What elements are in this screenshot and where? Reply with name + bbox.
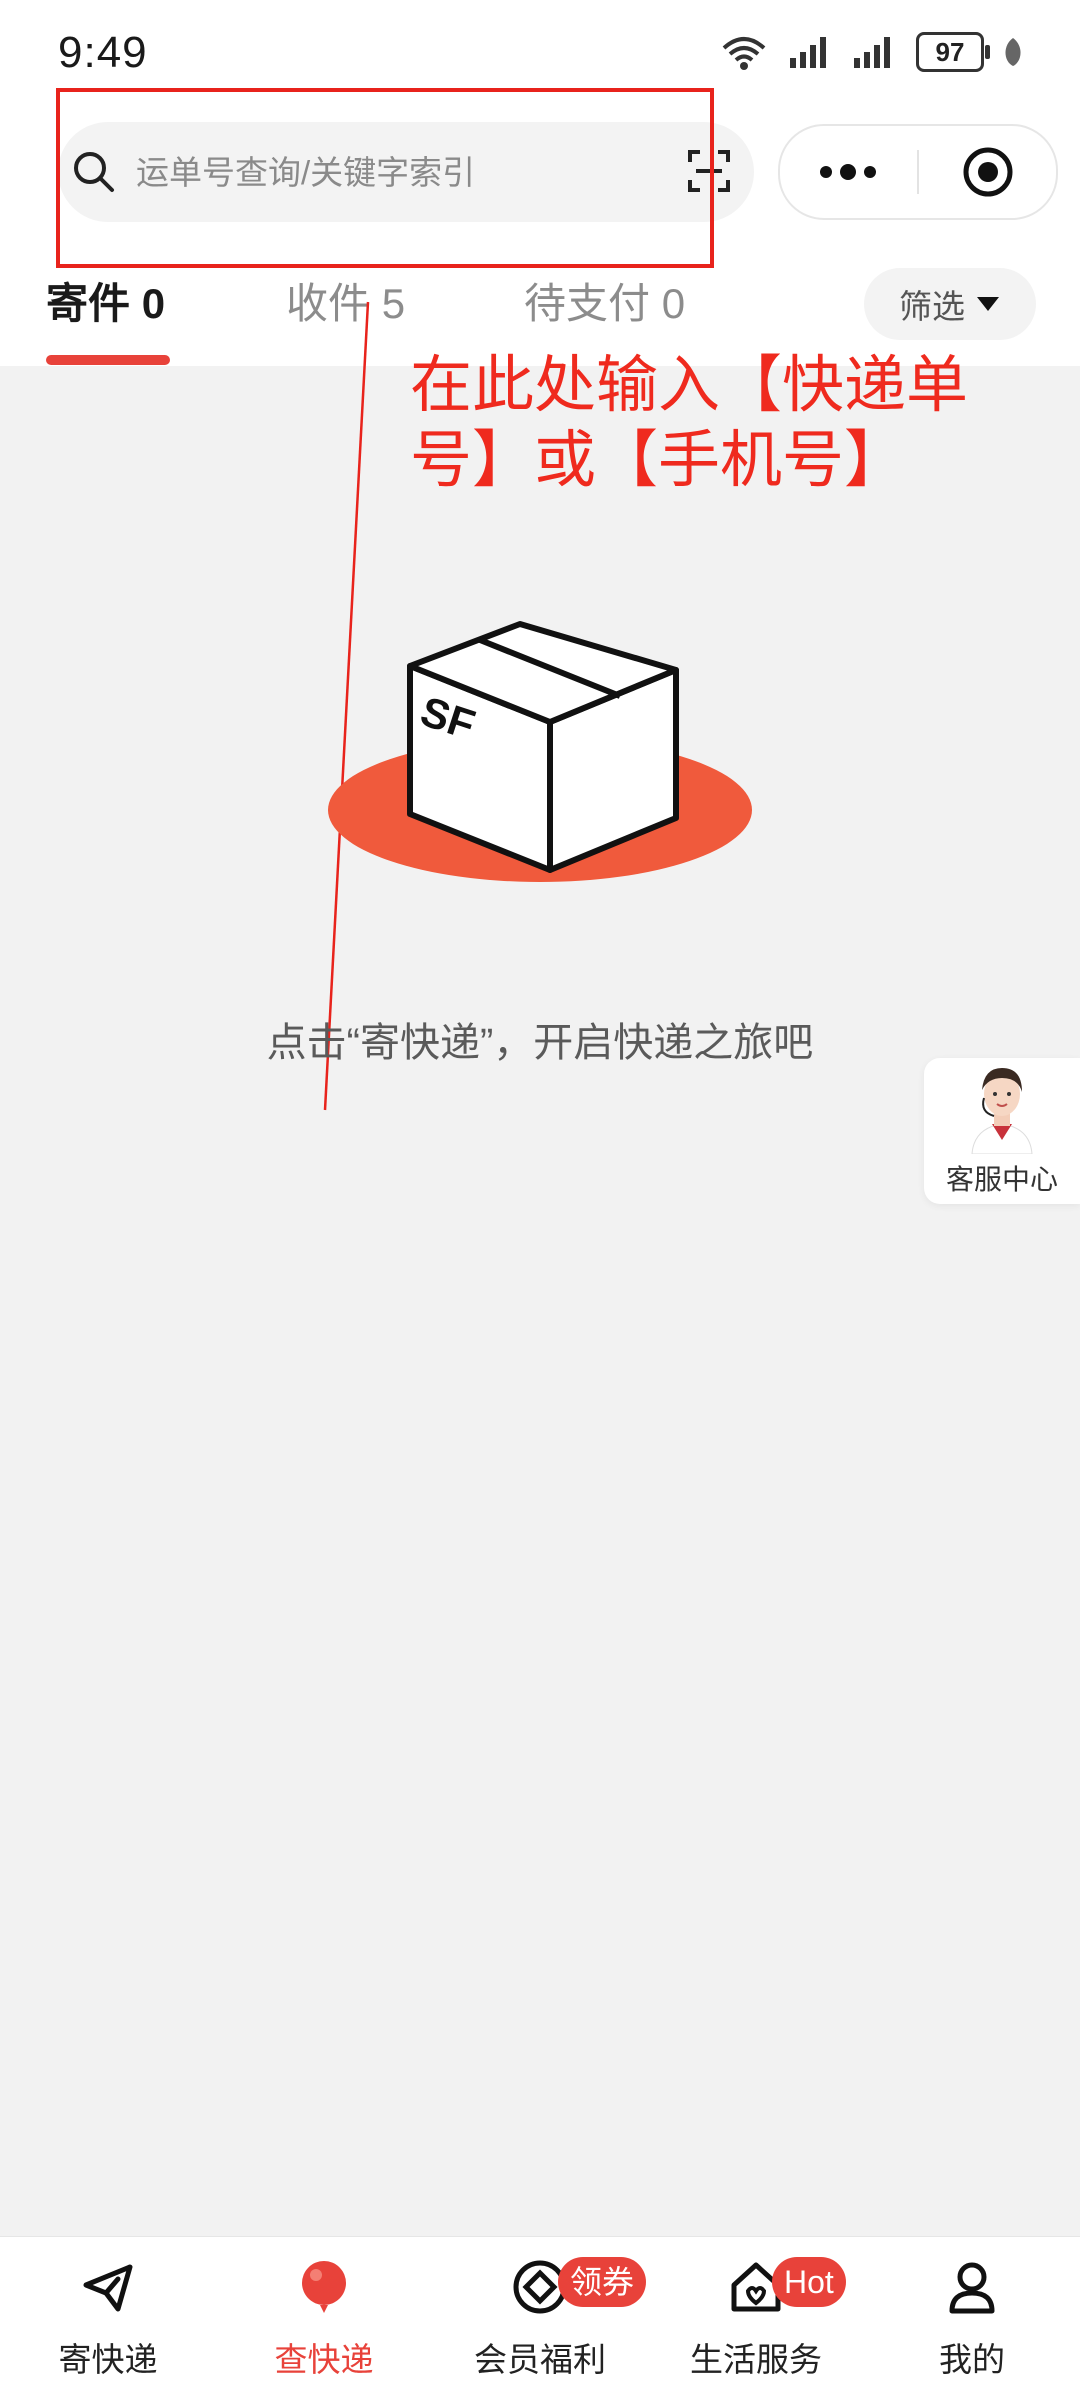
empty-box-illustration: SF <box>328 621 752 882</box>
nav-member-label: 会员福利 <box>474 2341 606 2378</box>
user-icon <box>949 2262 995 2314</box>
agent-avatar-icon <box>971 1068 1033 1154</box>
nav-life-services[interactable]: Hot 生活服务 <box>648 2237 864 2388</box>
empty-state-message: 点击“寄快递”，开启快递之旅吧 <box>266 1021 814 1065</box>
nav-mine-label: 我的 <box>939 2341 1005 2378</box>
nav-member-benefits[interactable]: 领券 会员福利 <box>432 2237 648 2388</box>
annotation-text: 在此处输入【快递单号】或【手机号】 <box>410 351 969 495</box>
nav-mine[interactable]: 我的 <box>864 2237 1080 2388</box>
customer-service-label: 客服中心 <box>945 1164 1058 1195</box>
customer-service-button[interactable]: 客服中心 <box>924 1058 1080 1204</box>
paper-plane-icon <box>83 2264 133 2312</box>
nav-track-label: 查快递 <box>274 2341 374 2378</box>
nav-track-express[interactable]: 查快递 <box>216 2237 432 2388</box>
balloon-icon <box>302 2261 346 2313</box>
nav-send-express[interactable]: 寄快递 <box>0 2237 216 2388</box>
coupon-badge: 领券 <box>558 2257 647 2307</box>
nav-life-label: 生活服务 <box>690 2341 822 2378</box>
bottom-nav: 寄快递 查快递 领券 会员福利 Hot 生活服务 我的 <box>0 2236 1080 2388</box>
hot-badge: Hot <box>772 2257 846 2307</box>
nav-send-label: 寄快递 <box>58 2341 158 2378</box>
